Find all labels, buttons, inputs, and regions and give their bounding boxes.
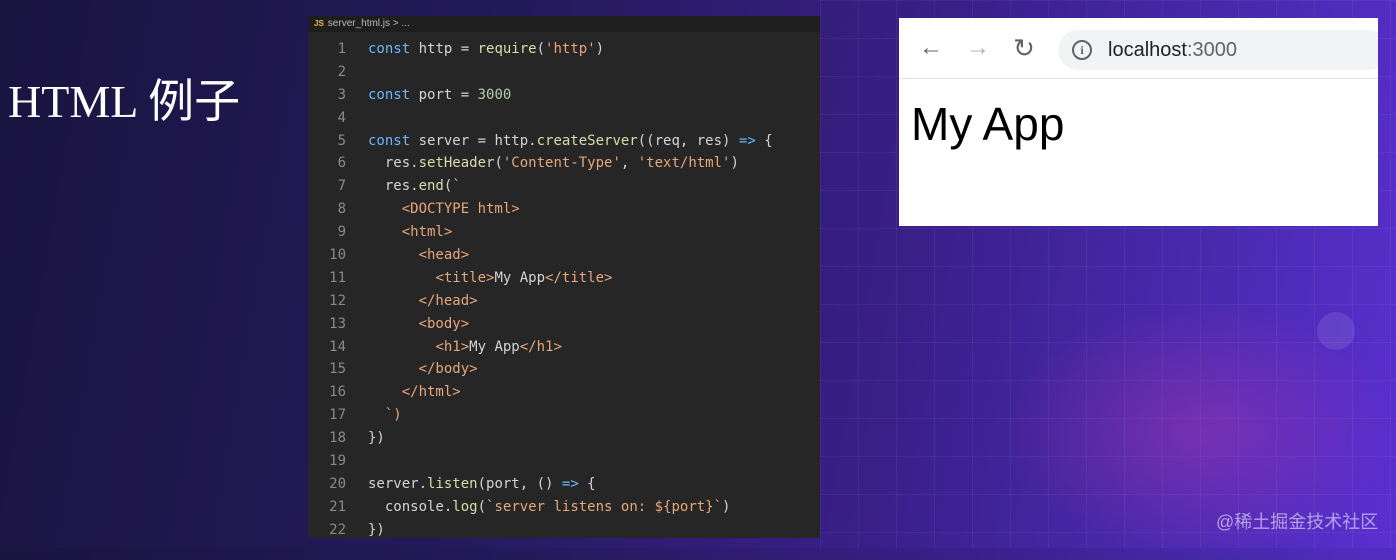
code-text: <title>My App</title>	[435, 269, 613, 286]
code-line: 13 <body>	[308, 313, 820, 336]
code-text: <html>	[401, 224, 453, 241]
code-line: 17 `)	[308, 404, 820, 427]
line-number: 10	[329, 247, 346, 264]
code-line: 18})	[308, 427, 820, 450]
code-text: <DOCTYPE html>	[401, 201, 520, 218]
code-line: 20 server.listen(port, () => {	[308, 473, 820, 496]
js-file-icon: JS	[314, 19, 324, 28]
code-line: 15 </body>	[308, 358, 820, 381]
line-number: 11	[329, 269, 346, 286]
code-text: </body>	[418, 361, 478, 378]
browser-window: ← → ↻ i localhost:3000 My App	[899, 18, 1378, 226]
line-number: 14	[329, 338, 346, 355]
code-text: <h1>My App</h1>	[435, 338, 562, 355]
url-host: localhost	[1108, 39, 1187, 61]
code-text: const port = 3000	[368, 86, 512, 103]
code-line: 12 </head>	[308, 290, 820, 313]
arrow-right-icon: →	[966, 34, 990, 61]
slide-title: HTML 例子	[8, 76, 241, 127]
code-line: 14 <h1>My App</h1>	[308, 336, 820, 359]
editor-tab-label: server_html.js > ...	[327, 18, 410, 29]
line-number: 6	[337, 155, 346, 172]
code-line: 19	[308, 450, 820, 473]
code-line: 7 res.end(`	[308, 175, 820, 198]
code-text: res.end(`	[368, 178, 461, 195]
line-number: 13	[329, 315, 346, 332]
line-number: 12	[329, 292, 346, 309]
arrow-left-icon: ←	[919, 34, 943, 61]
code-line: 4	[308, 107, 820, 130]
code-text: <head>	[418, 247, 470, 264]
code-text: const http = require('http')	[368, 41, 605, 57]
line-number: 1	[337, 41, 346, 57]
line-number: 15	[329, 361, 346, 378]
url-text[interactable]: localhost:3000	[1108, 30, 1237, 70]
line-number: 8	[337, 201, 346, 218]
editor-tab[interactable]: JS server_html.js > ...	[308, 16, 820, 32]
code-text: console.log(`server listens on: ${port}`…	[368, 498, 731, 515]
code-line: 8 <DOCTYPE html>	[308, 198, 820, 221]
line-number: 22	[329, 521, 346, 538]
code-line: 22})	[308, 519, 820, 538]
line-number: 5	[337, 132, 346, 149]
code-editor: JS server_html.js > ... 1 const http = req…	[308, 16, 820, 538]
code-text: })	[368, 521, 385, 538]
code-text: })	[368, 430, 385, 447]
url-port: :3000	[1186, 39, 1237, 61]
code-line: 2	[308, 61, 820, 84]
line-number: 4	[337, 109, 346, 126]
line-number: 20	[329, 475, 346, 492]
line-number: 16	[329, 384, 346, 401]
line-number: 21	[329, 498, 346, 515]
decorative-circle	[1317, 312, 1355, 350]
code-area[interactable]: 1 const http = require('http') 2 3 const por…	[308, 38, 820, 538]
watermark: @稀土掘金技术社区	[1216, 512, 1379, 532]
browser-toolbar: ← → ↻ i localhost:3000	[899, 18, 1378, 79]
line-number: 19	[329, 453, 346, 470]
code-text: server.listen(port, () => {	[368, 475, 596, 492]
code-text: </head>	[418, 292, 478, 309]
reload-button[interactable]: ↻	[1012, 33, 1036, 63]
code-text: </html>	[401, 384, 461, 401]
code-line: 1 const http = require('http')	[308, 38, 820, 61]
line-number: 2	[337, 63, 346, 80]
code-line: 9 <html>	[308, 221, 820, 244]
page-heading: My App	[911, 98, 1065, 150]
code-line: 11 <title>My App</title>	[308, 267, 820, 290]
code-line: 5 const server = http.createServer((req, …	[308, 130, 820, 153]
line-number: 18	[329, 430, 346, 447]
code-text: const server = http.createServer((req, r…	[368, 132, 773, 149]
code-text: <body>	[418, 315, 470, 332]
line-number: 3	[337, 86, 346, 103]
forward-button[interactable]: →	[966, 36, 990, 60]
code-text: `)	[384, 407, 402, 424]
line-number: 9	[337, 224, 346, 241]
code-line: 16 </html>	[308, 381, 820, 404]
info-icon[interactable]: i	[1072, 40, 1092, 60]
line-number: 7	[337, 178, 346, 195]
back-button[interactable]: ←	[919, 36, 943, 60]
code-line: 21 console.log(`server listens on: ${por…	[308, 496, 820, 519]
code-text: res.setHeader('Content-Type', 'text/html…	[368, 155, 739, 172]
line-number: 17	[329, 407, 346, 424]
code-line: 10 <head>	[308, 244, 820, 267]
code-line: 6 res.setHeader('Content-Type', 'text/ht…	[308, 152, 820, 175]
address-bar[interactable]: i localhost:3000	[1058, 30, 1378, 70]
code-line: 3 const port = 3000	[308, 84, 820, 107]
reload-icon: ↻	[1013, 33, 1035, 63]
